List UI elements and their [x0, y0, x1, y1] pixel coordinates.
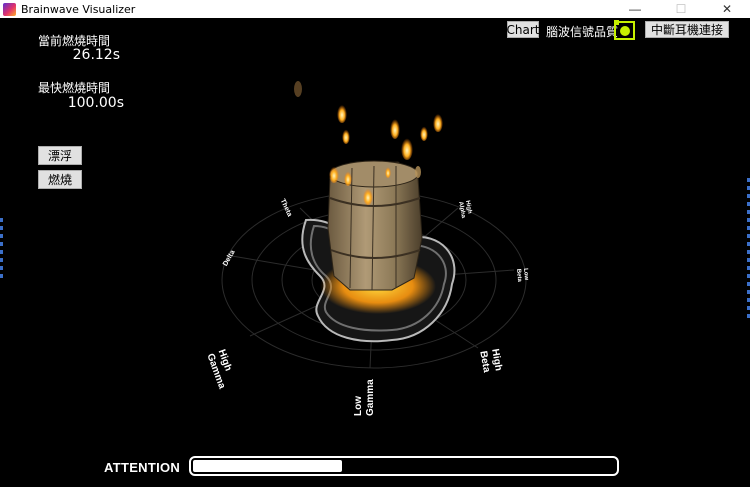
- maximize-button[interactable]: ☐: [658, 0, 704, 18]
- wooden-barrel: [327, 160, 423, 291]
- visualizer-canvas: 當前燃燒時間 26.12s 最快燃燒時間 100.00s 漂浮 燃燒 Chart…: [0, 18, 750, 487]
- attention-meter: [189, 456, 619, 476]
- title-bar: Brainwave Visualizer — ☐ ✕: [0, 0, 750, 18]
- close-button[interactable]: ✕: [704, 0, 750, 18]
- minimize-button[interactable]: —: [612, 0, 658, 18]
- radar-label-low-gamma: Low Gamma: [353, 379, 376, 416]
- app-logo-icon: [3, 2, 16, 16]
- window-title: Brainwave Visualizer: [21, 2, 136, 16]
- attention-meter-fill: [193, 460, 343, 472]
- radar-label-high-alpha: High Alpha: [457, 200, 473, 219]
- radar-label-high-beta: High Beta: [477, 348, 504, 374]
- radar-label-low-beta: Low Beta: [515, 268, 530, 283]
- attention-label: ATTENTION: [104, 460, 181, 475]
- brainwave-3d-scene: [221, 81, 527, 369]
